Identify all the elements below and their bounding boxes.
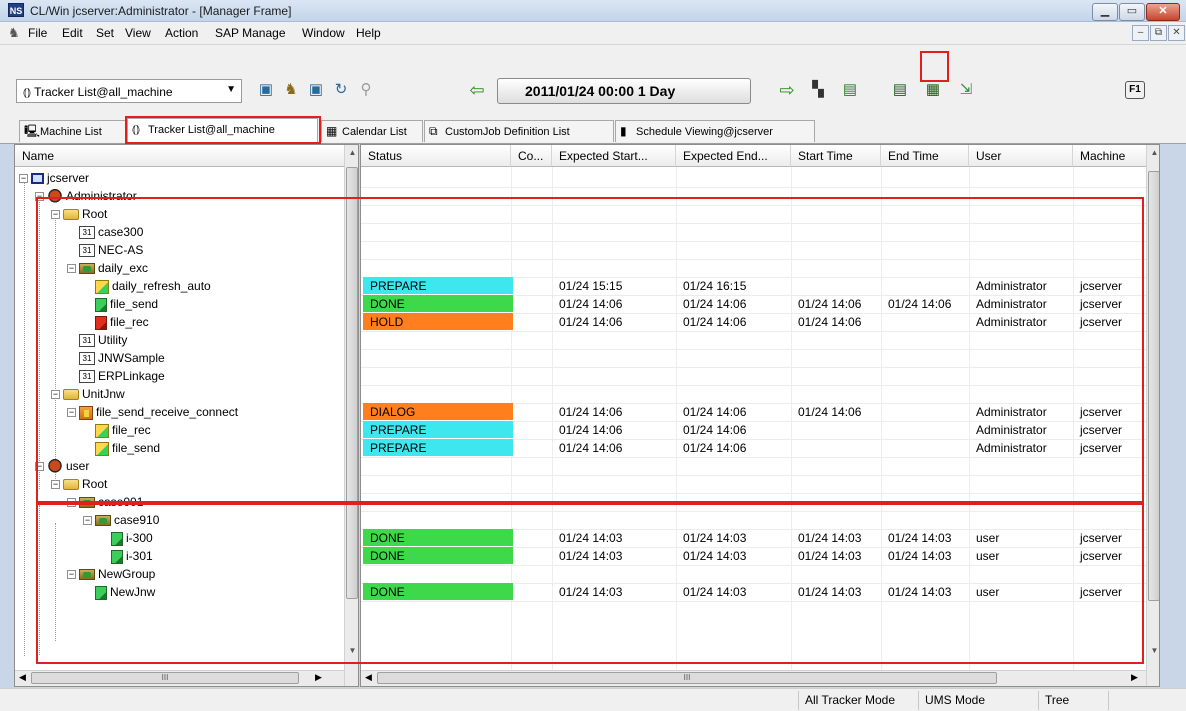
grid-horizontal-scrollbar[interactable]: ◀ III ▶ (361, 670, 1146, 686)
title-bar: NS CL/Win jcserver:Administrator - [Mana… (0, 0, 1186, 22)
tracker-view-icon[interactable]: ▦ (923, 79, 943, 101)
status-view-mode: Tree (1038, 691, 1108, 710)
column-header-co[interactable]: Co... (511, 145, 552, 167)
customjob-icon: ⧉ (429, 124, 438, 138)
grid-cell-co[interactable] (511, 169, 552, 187)
level-100-icon[interactable]: ▤ (840, 79, 860, 101)
column-header-expected-start[interactable]: Expected Start... (552, 145, 676, 167)
scroll-right-icon[interactable]: ▶ (315, 672, 322, 683)
status-cell[interactable] (361, 169, 511, 187)
menu-edit[interactable]: Edit (62, 26, 83, 40)
menu-view[interactable]: View (125, 26, 151, 40)
scroll-up-icon[interactable]: ▲ (345, 145, 358, 160)
column-header-start-time[interactable]: Start Time (791, 145, 881, 167)
menu-file[interactable]: File (28, 26, 47, 40)
calendar-icon[interactable]: ▣ (306, 79, 326, 101)
column-header-end-time[interactable]: End Time (881, 145, 969, 167)
scroll-thumb[interactable]: III (377, 672, 997, 684)
menu-set[interactable]: Set (96, 26, 114, 40)
menu-action[interactable]: Action (165, 26, 198, 40)
operator-icon[interactable]: ♞ (281, 79, 301, 101)
tracker-select[interactable]: ⦅⦆ Tracker List@all_machine ▼ (16, 79, 242, 103)
scroll-up-icon[interactable]: ▲ (1147, 145, 1159, 160)
toolbar: ⦅⦆ Tracker List@all_machine ▼ ▣ ♞ ▣ ↻ ⚲ … (0, 44, 1186, 116)
column-header-user[interactable]: User (969, 145, 1073, 167)
menu-help[interactable]: Help (356, 26, 381, 40)
tab-label: Calendar List (342, 126, 407, 138)
tracker-select-value: ⦅⦆ Tracker List@all_machine (23, 85, 173, 99)
tab-machine-list[interactable]: 🖳Machine List (19, 120, 126, 142)
tree-node[interactable]: − jcserver (19, 169, 89, 187)
grid-cell-machine[interactable] (1073, 169, 1147, 187)
column-header-expected-end[interactable]: Expected End... (676, 145, 791, 167)
close-button[interactable]: ✕ (1146, 3, 1180, 21)
calendar-icon: ▦ (326, 124, 338, 138)
date-range-display[interactable]: 2011/01/24 00:00 1 Day (497, 78, 751, 104)
grid-cell-exp-end[interactable] (676, 169, 791, 187)
tab-label: Schedule Viewing@jcserver (636, 126, 773, 138)
window-title: CL/Win jcserver:Administrator - [Manager… (30, 4, 292, 18)
highlight-administrator-group (36, 197, 1144, 503)
restore-button[interactable]: ▭ (1119, 3, 1145, 21)
minimize-button[interactable]: ▁ (1092, 3, 1118, 21)
grid-cell-user[interactable] (969, 169, 1073, 187)
menu-window[interactable]: Window (302, 26, 345, 40)
column-header-machine[interactable]: Machine (1073, 145, 1147, 167)
status-ums-mode: UMS Mode (918, 691, 1038, 710)
scroll-down-icon[interactable]: ▼ (1147, 643, 1159, 658)
mdi-minimize-button[interactable]: – (1132, 25, 1149, 41)
status-bar: All Tracker Mode UMS Mode Tree (0, 688, 1186, 711)
tab-label: CustomJob Definition List (445, 126, 570, 138)
server-icon (31, 173, 44, 185)
scroll-left-icon[interactable]: ◀ (365, 672, 372, 683)
highlight-active-tab (125, 116, 321, 144)
machine-icon: 🖳 (24, 124, 41, 138)
scroll-right-icon[interactable]: ▶ (1131, 672, 1138, 683)
f1-help-icon[interactable]: F1 (1125, 81, 1145, 99)
scroll-thumb[interactable] (1148, 171, 1159, 601)
forward-arrow-icon[interactable]: ⇨ (776, 81, 798, 99)
tab-customjob-list[interactable]: ⧉ CustomJob Definition List (424, 120, 614, 142)
tab-bar: 🖳Machine List ⦅⦆ Tracker List@all_machine… (0, 116, 1186, 144)
properties-icon[interactable]: ▣ (256, 79, 276, 101)
tab-schedule-viewing[interactable]: ▮ Schedule Viewing@jcserver (615, 120, 815, 142)
grid-cell-exp-start[interactable] (552, 169, 676, 187)
status-empty-cell (1108, 691, 1168, 710)
chevron-down-icon[interactable]: ▼ (226, 84, 236, 95)
grid-cell-start[interactable] (791, 169, 881, 187)
column-header-status[interactable]: Status (361, 145, 511, 167)
status-tracker-mode: All Tracker Mode (798, 691, 918, 710)
mdi-restore-button[interactable]: ⧉ (1150, 25, 1167, 41)
scroll-left-icon[interactable]: ◀ (19, 672, 26, 683)
collapse-toggle-icon[interactable]: − (19, 174, 28, 184)
mdi-close-button[interactable]: ✕ (1168, 25, 1185, 41)
tab-label: Machine List (40, 126, 102, 138)
tab-calendar-list[interactable]: ▦ Calendar List (321, 120, 423, 142)
menu-bar: ♞ File Edit Set View Action SAP Manage W… (0, 22, 1186, 44)
menu-sap-manage[interactable]: SAP Manage (215, 26, 286, 40)
refresh-icon[interactable]: ↻ (331, 79, 351, 101)
schedule-icon[interactable]: ▤ (890, 79, 910, 101)
tree-node-label: jcserver (47, 171, 90, 185)
tree-guide-line (24, 181, 25, 656)
column-header-name[interactable]: Name (15, 145, 345, 167)
back-arrow-icon[interactable]: ⇦ (466, 81, 488, 99)
wizard-icon[interactable]: ⇲ (956, 79, 976, 101)
app-menu-icon[interactable]: ♞ (8, 25, 24, 41)
highlight-user-group (36, 503, 1144, 664)
grid-cell-end[interactable] (881, 169, 969, 187)
scroll-thumb[interactable]: III (31, 672, 299, 684)
tree-horizontal-scrollbar[interactable]: ◀ III ▶ (15, 670, 344, 686)
app-icon: NS (8, 3, 24, 17)
schedule-icon: ▮ (620, 124, 627, 138)
monitor-icon[interactable]: ▚ (808, 79, 828, 101)
grid-vertical-scrollbar[interactable]: ▲ ▼ (1146, 145, 1159, 686)
highlight-toolbar-button (920, 51, 949, 82)
search-icon[interactable]: ⚲ (356, 79, 376, 101)
